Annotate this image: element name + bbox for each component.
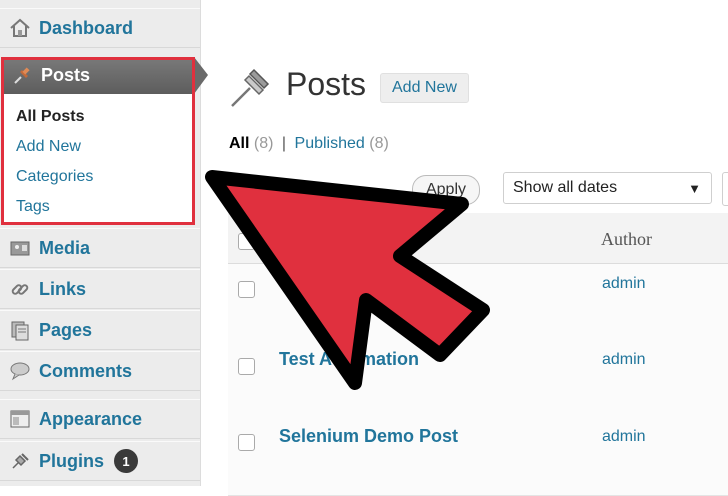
posts-menu-highlight-box xyxy=(1,57,195,225)
post-title-link[interactable]: Test Automation xyxy=(279,349,419,370)
row-checkbox[interactable] xyxy=(238,434,255,451)
menu-label-dashboard: Dashboard xyxy=(39,17,134,38)
date-filter-select[interactable]: Show all dates ▼ xyxy=(503,172,712,204)
menu-item-appearance[interactable]: Appearance xyxy=(0,399,200,439)
filter-published-count: (8) xyxy=(369,135,389,152)
plugin-icon xyxy=(7,448,33,474)
comment-icon xyxy=(7,358,33,384)
table-row: Selenium Demo Post admin xyxy=(228,418,728,496)
link-icon xyxy=(7,276,33,302)
menu-item-plugins[interactable]: Plugins 1 xyxy=(0,441,200,481)
menu-item-links[interactable]: Links xyxy=(0,269,200,309)
menu-item-dashboard[interactable]: Dashboard xyxy=(0,8,200,48)
plugins-update-badge: 1 xyxy=(114,449,139,473)
menu-label-appearance: Appearance xyxy=(39,408,143,429)
category-filter-select[interactable] xyxy=(722,172,728,206)
table-row: Test Automation admin xyxy=(228,341,728,419)
home-icon xyxy=(7,15,33,41)
bulk-apply-button[interactable]: Apply xyxy=(412,175,480,205)
pages-icon xyxy=(7,317,33,343)
menu-label-media: Media xyxy=(39,237,91,258)
row-checkbox[interactable] xyxy=(238,281,255,298)
menu-item-pages[interactable]: Pages xyxy=(0,310,200,350)
post-status-filter: All (8) | Published (8) xyxy=(229,135,389,153)
add-new-post-button[interactable]: Add New xyxy=(380,73,469,103)
post-author-link[interactable]: admin xyxy=(602,428,646,446)
filter-published-link[interactable]: Published xyxy=(295,135,365,152)
menu-label-links: Links xyxy=(39,278,87,299)
post-title-link[interactable]: Selenium Demo Post xyxy=(279,426,458,447)
menu-label-pages: Pages xyxy=(39,319,93,340)
date-filter-value: Show all dates xyxy=(513,179,618,196)
row-checkbox[interactable] xyxy=(238,358,255,375)
menu-item-comments[interactable]: Comments xyxy=(0,351,200,391)
page-title: Posts xyxy=(286,66,367,102)
admin-sidebar: Dashboard Media Links Pages Comments App… xyxy=(0,0,208,486)
filter-separator: | xyxy=(281,135,287,152)
menu-label-plugins: Plugins xyxy=(39,450,105,471)
posts-pushpin-icon xyxy=(228,64,276,115)
table-row: admin xyxy=(228,264,728,342)
menu-item-media[interactable]: Media xyxy=(0,228,200,268)
posts-table-header xyxy=(228,213,728,264)
appearance-icon xyxy=(7,406,33,432)
column-header-author[interactable]: Author xyxy=(601,229,652,250)
dropdown-caret-icon: ▼ xyxy=(688,181,701,196)
media-icon xyxy=(7,235,33,261)
select-all-checkbox[interactable] xyxy=(238,233,255,250)
post-author-link[interactable]: admin xyxy=(602,351,646,369)
post-author-link[interactable]: admin xyxy=(602,275,646,293)
menu-label-comments: Comments xyxy=(39,360,133,381)
active-menu-pointer xyxy=(194,57,208,94)
filter-all-count: (8) xyxy=(253,135,274,152)
filter-all-link[interactable]: All xyxy=(229,135,249,152)
